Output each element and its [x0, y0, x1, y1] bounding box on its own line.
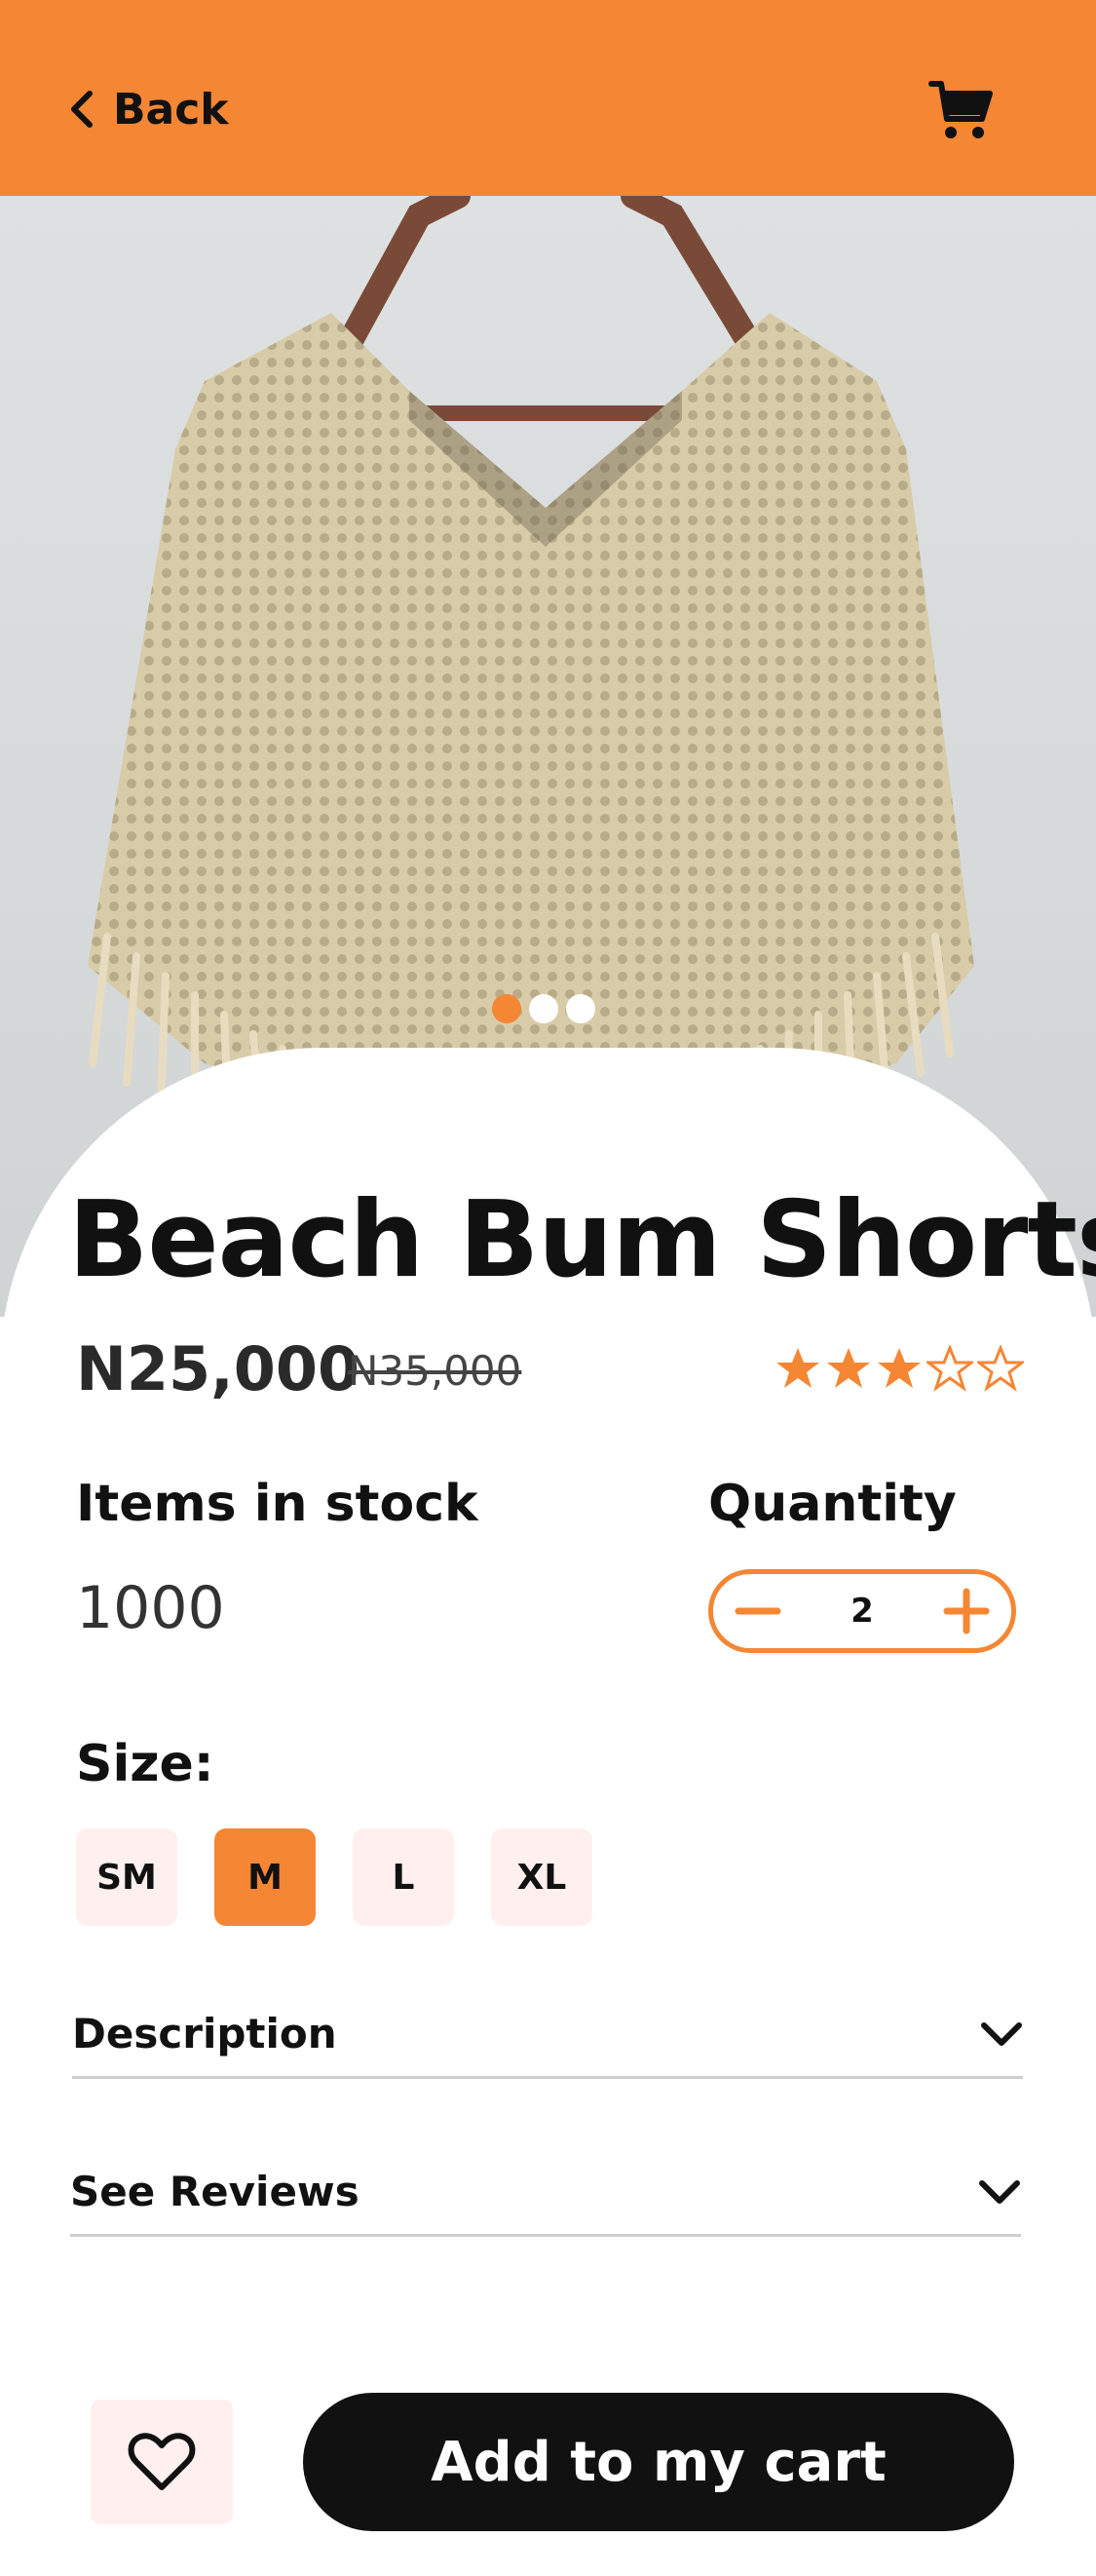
size-option-l[interactable]: L	[353, 1828, 454, 1926]
size-option-m[interactable]: M	[214, 1828, 316, 1926]
chevron-left-icon	[71, 91, 93, 128]
minus-icon	[735, 1607, 781, 1615]
size-option-xl[interactable]: XL	[491, 1828, 592, 1926]
quantity-value: 2	[850, 1592, 874, 1631]
favorite-button[interactable]	[91, 2400, 233, 2524]
product-title: Beach Bum Shorts	[68, 1179, 1096, 1301]
chevron-down-icon	[981, 2021, 1022, 2046]
top-bar: Back	[0, 0, 1096, 196]
chevron-down-icon	[979, 2179, 1020, 2204]
current-price: N25,000	[76, 1333, 360, 1404]
quantity-label: Quantity	[708, 1475, 957, 1533]
star-outline-icon	[926, 1345, 973, 1392]
size-label: Size:	[76, 1735, 214, 1793]
reviews-accordion[interactable]: See Reviews	[70, 2149, 1021, 2237]
quantity-stepper: 2	[708, 1569, 1016, 1653]
description-label: Description	[72, 2010, 337, 2057]
size-option-sm[interactable]: SM	[76, 1828, 177, 1926]
increment-button[interactable]	[941, 1586, 992, 1636]
star-filled-icon	[878, 1348, 921, 1388]
size-options: SM M L XL	[76, 1828, 592, 1926]
stock-label: Items in stock	[76, 1475, 478, 1533]
heart-icon	[128, 2433, 196, 2490]
add-to-cart-button[interactable]: Add to my cart	[303, 2393, 1014, 2531]
star-outline-icon	[977, 1345, 1024, 1392]
star-filled-icon	[827, 1348, 870, 1388]
rating-stars	[775, 1345, 1024, 1392]
reviews-label: See Reviews	[70, 2168, 359, 2215]
stock-value: 1000	[76, 1574, 225, 1642]
decrement-button[interactable]	[733, 1586, 783, 1636]
carousel-dot[interactable]	[529, 994, 558, 1023]
plus-icon	[943, 1588, 990, 1634]
description-accordion[interactable]: Description	[72, 1991, 1023, 2079]
original-price: N35,000	[348, 1347, 522, 1395]
carousel-indicator	[492, 994, 595, 1023]
back-label: Back	[113, 84, 229, 135]
star-filled-icon	[776, 1348, 819, 1388]
carousel-dot-active[interactable]	[492, 994, 521, 1023]
cart-icon[interactable]	[927, 76, 996, 144]
back-button[interactable]: Back	[68, 80, 229, 138]
carousel-dot[interactable]	[566, 994, 595, 1023]
